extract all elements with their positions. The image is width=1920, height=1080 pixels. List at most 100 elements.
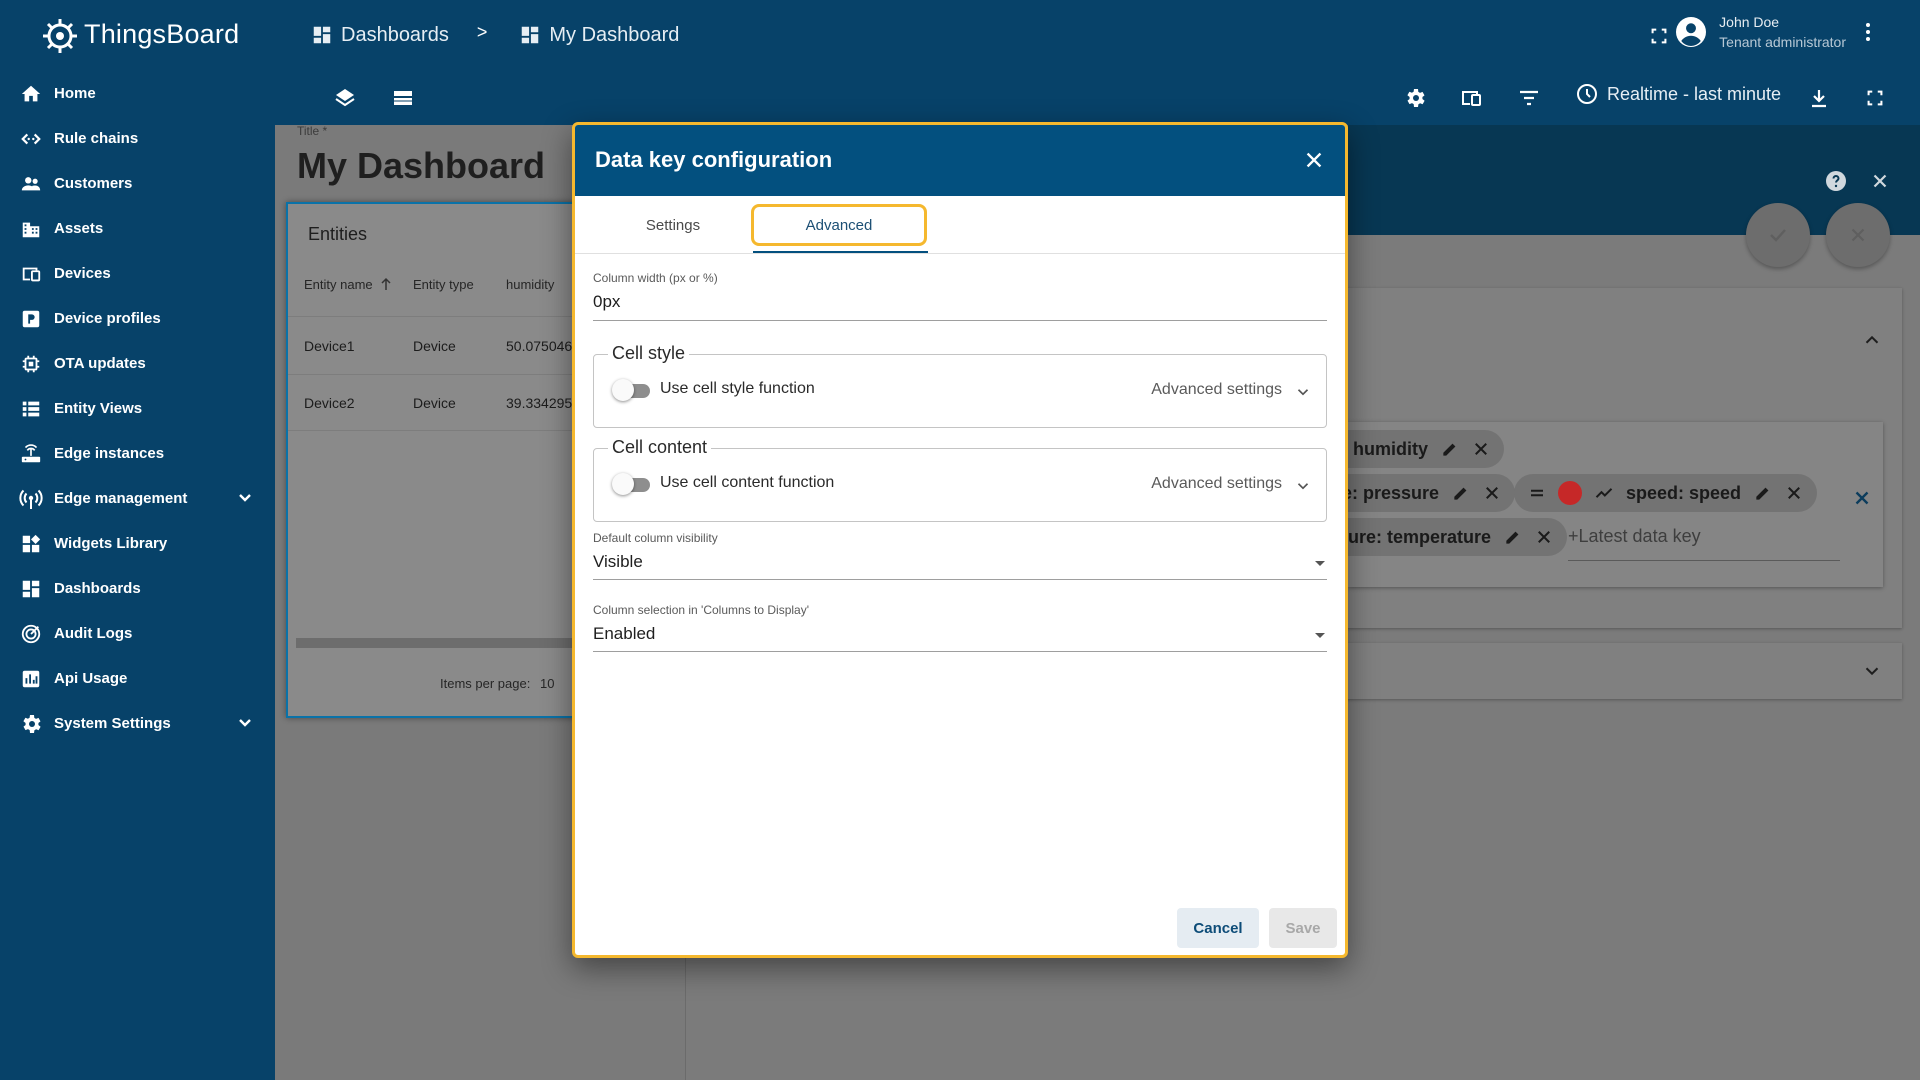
layout-icon[interactable] (387, 82, 419, 114)
edit-icon[interactable] (1503, 527, 1523, 547)
chevron-up-icon[interactable] (1856, 324, 1888, 356)
chevron-down-icon[interactable] (233, 486, 257, 510)
api-usage-icon (19, 667, 43, 691)
data-key-chip[interactable]: e: pressure (1328, 474, 1516, 512)
close-icon[interactable] (1483, 484, 1501, 502)
sidebar-item-customers[interactable]: Customers (0, 161, 275, 206)
sidebar-item-devices[interactable]: Devices (0, 251, 275, 296)
sidebar-item-home[interactable]: Home (0, 71, 275, 116)
sidebar-item-label: Edge management (54, 490, 188, 507)
edit-icon[interactable] (1451, 483, 1471, 503)
breadcrumb-label: My Dashboard (549, 23, 680, 46)
breadcrumb-dashboards[interactable]: Dashboards (311, 24, 449, 47)
timewindow-label: Realtime - last minute (1607, 83, 1782, 104)
cell-style-toggle[interactable] (612, 379, 650, 401)
ota-updates-icon (19, 352, 43, 376)
chevron-down-icon[interactable] (1294, 477, 1312, 495)
items-per-page-select[interactable]: 10 (540, 676, 554, 691)
column-width-input[interactable]: 0px (593, 292, 620, 312)
sidebar-item-label: Entity Views (54, 400, 143, 417)
advanced-settings-expand[interactable]: Advanced settings (1151, 381, 1282, 399)
sidebar-item-assets[interactable]: Assets (0, 206, 275, 251)
tab-advanced[interactable]: Advanced (751, 204, 927, 246)
advanced-settings-expand[interactable]: Advanced settings (1151, 475, 1282, 493)
sidebar-item-rule-chains[interactable]: Rule chains (0, 116, 275, 161)
breadcrumb-my-dashboard: My Dashboard (519, 24, 679, 47)
sidebar-item-widgets-library[interactable]: Widgets Library (0, 521, 275, 566)
apply-button[interactable] (1746, 203, 1810, 267)
close-icon[interactable] (1846, 482, 1878, 514)
chevron-down-icon[interactable] (233, 711, 257, 735)
drag-handle-icon[interactable] (1528, 484, 1546, 502)
sidebar-item-entity-views[interactable]: Entity Views (0, 386, 275, 431)
close-icon[interactable] (1472, 440, 1490, 458)
sidebar-item-device-profiles[interactable]: Device profiles (0, 296, 275, 341)
sidebar-item-edge-instances[interactable]: Edge instances (0, 431, 275, 476)
dropdown-arrow-icon[interactable] (1315, 633, 1325, 638)
column-header-humidity[interactable]: humidity (506, 277, 554, 292)
more-vert-icon[interactable] (1856, 20, 1880, 44)
close-icon[interactable] (1535, 528, 1553, 546)
filter-icon[interactable] (1513, 82, 1545, 114)
column-header-entity-type[interactable]: Entity type (413, 277, 474, 292)
data-key-chip[interactable]: : humidity (1328, 430, 1504, 468)
entities-widget[interactable]: Entities Entity name Entity type humidit… (286, 202, 598, 718)
sidebar-item-dashboards[interactable]: Dashboards (0, 566, 275, 611)
visibility-select[interactable]: Visible (593, 552, 643, 572)
dialog-header: Data key configuration (575, 125, 1345, 196)
audit-logs-icon (19, 622, 43, 646)
sidebar-nav: Home Rule chains Customers Assets Device… (0, 71, 275, 746)
data-key-chip[interactable]: speed: speed (1514, 474, 1818, 512)
settings-icon[interactable] (1399, 82, 1431, 114)
sidebar-item-api-usage[interactable]: Api Usage (0, 656, 275, 701)
divider (288, 374, 598, 375)
cancel-button[interactable]: Cancel (1177, 908, 1259, 948)
timewindow-button[interactable]: Realtime - last minute (1575, 82, 1781, 106)
sidebar-item-ota-updates[interactable]: OTA updates (0, 341, 275, 386)
page-title[interactable]: My Dashboard (297, 145, 545, 187)
clock-icon (1575, 82, 1599, 106)
chevron-down-icon[interactable] (1294, 383, 1312, 401)
close-icon (1847, 224, 1869, 246)
color-dot-icon[interactable] (1558, 481, 1582, 505)
entity-views-icon (19, 397, 43, 421)
edge-management-icon (19, 487, 43, 511)
user-menu[interactable]: John Doe Tenant administrator (1673, 12, 1880, 52)
input-underline (1568, 560, 1840, 561)
close-icon[interactable] (1785, 484, 1803, 502)
selection-select[interactable]: Enabled (593, 624, 655, 644)
cell-entity-name: Device2 (304, 395, 355, 411)
edit-icon[interactable] (1753, 483, 1773, 503)
user-role: Tenant administrator (1719, 34, 1846, 50)
close-icon[interactable] (1864, 165, 1896, 197)
cell-content-toggle[interactable] (612, 473, 650, 495)
input-underline (593, 320, 1327, 321)
dashboards-icon (311, 24, 333, 46)
column-width-label: Column width (px or %) (593, 271, 718, 285)
dialog-tabs: Settings Advanced (575, 196, 1345, 254)
horizontal-scrollbar[interactable] (296, 638, 596, 648)
selection-label: Column selection in 'Columns to Display' (593, 603, 810, 617)
latest-data-key-input[interactable]: +Latest data key (1568, 526, 1701, 547)
download-icon[interactable] (1803, 82, 1835, 114)
tab-settings[interactable]: Settings (593, 204, 753, 246)
devices-icon[interactable] (1455, 82, 1487, 114)
sidebar-item-audit-logs[interactable]: Audit Logs (0, 611, 275, 656)
layers-icon[interactable] (329, 82, 361, 114)
decline-button[interactable] (1826, 203, 1890, 267)
chevron-down-icon[interactable] (1856, 655, 1888, 687)
app-logo[interactable]: ThingsBoard (40, 12, 239, 56)
save-button[interactable]: Save (1269, 908, 1337, 948)
sidebar-item-system-settings[interactable]: System Settings (0, 701, 275, 746)
close-icon[interactable] (1297, 143, 1331, 177)
sidebar-item-label: Home (54, 85, 96, 102)
fullscreen-icon[interactable] (1643, 20, 1675, 52)
column-header-entity-name[interactable]: Entity name (304, 277, 392, 292)
cell-style-section: Cell style Use cell style function Advan… (593, 343, 1327, 428)
fullscreen-icon[interactable] (1859, 82, 1891, 114)
dropdown-arrow-icon[interactable] (1315, 561, 1325, 566)
sidebar-item-edge-management[interactable]: Edge management (0, 476, 275, 521)
edit-icon[interactable] (1440, 439, 1460, 459)
help-icon[interactable] (1820, 165, 1852, 197)
data-key-chip[interactable]: ture: temperature (1328, 518, 1568, 556)
